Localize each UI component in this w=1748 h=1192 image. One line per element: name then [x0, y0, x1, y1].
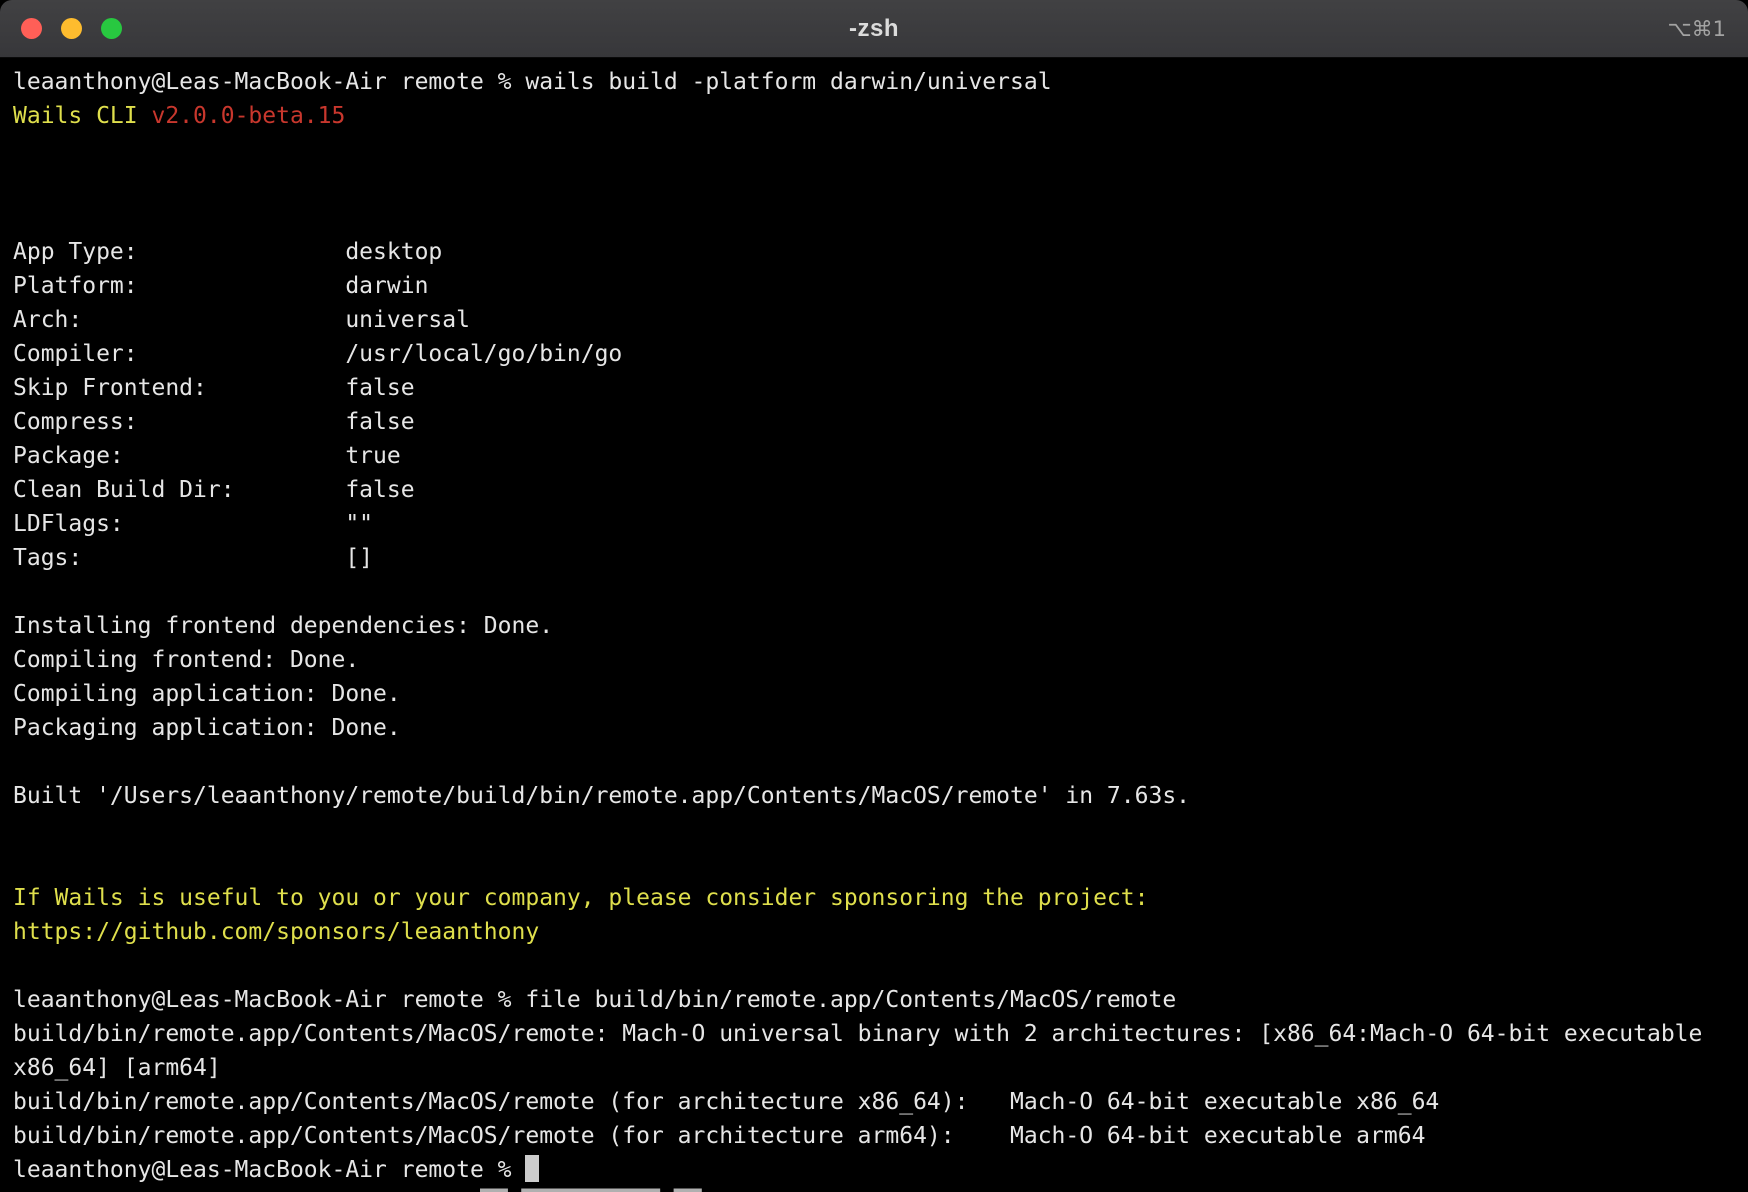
terminal-text-segment: Compiling application: Done. — [13, 681, 401, 707]
close-button[interactable] — [21, 18, 42, 39]
terminal-blank-line — [13, 575, 1736, 609]
config-platform: Platform: darwin — [13, 269, 1736, 303]
terminal-output[interactable]: leaanthony@Leas-MacBook-Air remote % wai… — [0, 58, 1748, 1192]
terminal-blank-line — [13, 167, 1736, 201]
step-compiling-application: Compiling application: Done. — [13, 677, 1736, 711]
prompt-line-active: leaanthony@Leas-MacBook-Air remote % — [13, 1153, 1736, 1187]
terminal-blank-line — [13, 813, 1736, 847]
terminal-blank-line — [13, 847, 1736, 881]
wails-cli-version-line: Wails CLI v2.0.0-beta.15 — [13, 99, 1736, 133]
terminal-text-segment: build/bin/remote.app/Contents/MacOS/remo… — [13, 1021, 1702, 1047]
config-ldflags: LDFlags: "" — [13, 507, 1736, 541]
window-title: -zsh — [0, 15, 1748, 43]
terminal-text-segment: leaanthony@Leas-MacBook-Air remote % — [13, 1157, 525, 1183]
sponsor-url-line: https://github.com/sponsors/leaanthony — [13, 915, 1736, 949]
terminal-text-segment: Wails CLI — [13, 103, 151, 129]
terminal-text-segment: Packaging application: Done. — [13, 715, 401, 741]
titlebar[interactable]: -zsh ⌥⌘1 — [0, 0, 1748, 58]
terminal-text-segment: Compiling frontend: Done. — [13, 647, 359, 673]
traffic-lights — [21, 0, 122, 57]
config-clean-build-dir: Clean Build Dir: false — [13, 473, 1736, 507]
terminal-blank-line — [13, 745, 1736, 779]
terminal-cursor — [525, 1155, 539, 1182]
config-app-type: App Type: desktop — [13, 235, 1736, 269]
step-packaging-application: Packaging application: Done. — [13, 711, 1736, 745]
terminal-text-segment: Package: true — [13, 443, 401, 469]
terminal-text-segment: x86_64] [arm64] — [13, 1055, 221, 1081]
config-package: Package: true — [13, 439, 1736, 473]
file-output-universal-wrap: x86_64] [arm64] — [13, 1051, 1736, 1085]
terminal-text-segment: LDFlags: "" — [13, 511, 373, 537]
terminal-blank-line — [13, 133, 1736, 167]
terminal-text-segment: App Type: desktop — [13, 239, 442, 265]
config-tags: Tags: [] — [13, 541, 1736, 575]
sponsor-message-line: If Wails is useful to you or your compan… — [13, 881, 1736, 915]
terminal-text-segment: Tags: [] — [13, 545, 373, 571]
config-compiler: Compiler: /usr/local/go/bin/go — [13, 337, 1736, 371]
terminal-window: -zsh ⌥⌘1 leaanthony@Leas-MacBook-Air rem… — [0, 0, 1748, 1192]
terminal-text-segment: Clean Build Dir: false — [13, 477, 415, 503]
terminal-text-segment: Compiler: /usr/local/go/bin/go — [13, 341, 622, 367]
terminal-text-segment: https://github.com/sponsors/leaanthony — [13, 919, 539, 945]
config-compress: Compress: false — [13, 405, 1736, 439]
minimize-button[interactable] — [61, 18, 82, 39]
clipped-bottom-line: ██ ██████████ ██ — [480, 1186, 702, 1192]
terminal-text-segment: Arch: universal — [13, 307, 470, 333]
terminal-text-segment: Skip Frontend: false — [13, 375, 415, 401]
config-skip-frontend: Skip Frontend: false — [13, 371, 1736, 405]
zoom-button[interactable] — [101, 18, 122, 39]
step-installing-frontend: Installing frontend dependencies: Done. — [13, 609, 1736, 643]
prompt-line-file-command: leaanthony@Leas-MacBook-Air remote % fil… — [13, 983, 1736, 1017]
terminal-text-segment: Compress: false — [13, 409, 415, 435]
step-compiling-frontend: Compiling frontend: Done. — [13, 643, 1736, 677]
terminal-blank-line — [13, 201, 1736, 235]
terminal-text-segment: leaanthony@Leas-MacBook-Air remote % wai… — [13, 69, 1052, 95]
terminal-text-segment: build/bin/remote.app/Contents/MacOS/remo… — [13, 1123, 1425, 1149]
terminal-text-segment: v2.0.0-beta.15 — [151, 103, 345, 129]
built-result-line: Built '/Users/leaanthony/remote/build/bi… — [13, 779, 1736, 813]
terminal-text-segment: Platform: darwin — [13, 273, 428, 299]
prompt-line-build-command: leaanthony@Leas-MacBook-Air remote % wai… — [13, 65, 1736, 99]
terminal-text-segment: Installing frontend dependencies: Done. — [13, 613, 553, 639]
terminal-blank-line — [13, 949, 1736, 983]
terminal-text-segment: leaanthony@Leas-MacBook-Air remote % fil… — [13, 987, 1176, 1013]
config-arch: Arch: universal — [13, 303, 1736, 337]
terminal-text-segment: build/bin/remote.app/Contents/MacOS/remo… — [13, 1089, 1439, 1115]
terminal-text-segment: If Wails is useful to you or your compan… — [13, 885, 1148, 911]
file-output-x86-line: build/bin/remote.app/Contents/MacOS/remo… — [13, 1085, 1736, 1119]
file-output-arm64-line: build/bin/remote.app/Contents/MacOS/remo… — [13, 1119, 1736, 1153]
terminal-text-segment: Built '/Users/leaanthony/remote/build/bi… — [13, 783, 1190, 809]
file-output-universal-line: build/bin/remote.app/Contents/MacOS/remo… — [13, 1017, 1736, 1051]
window-shortcut-hint: ⌥⌘1 — [1667, 0, 1726, 57]
